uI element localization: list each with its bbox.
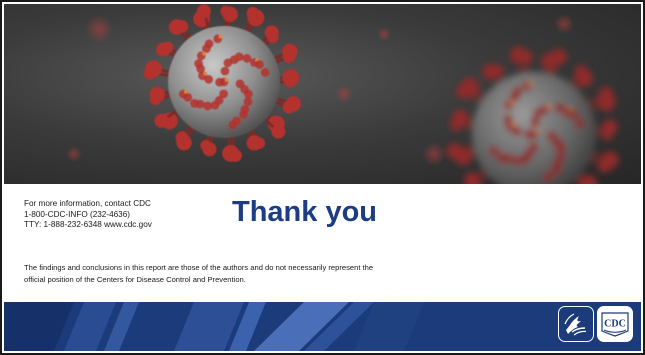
virus-spike-head [446,143,463,159]
slide: For more information, contact CDC 1-800-… [0,0,645,355]
virus-protein [534,129,540,134]
coronavirus-image [4,4,641,184]
virus-surface-spike [533,107,544,118]
virus-spike-head [175,19,189,33]
virus-spike-head [282,100,296,114]
virus-surface-spike [528,142,539,153]
virus-spike-head [575,69,593,87]
virus-surface-spike [555,150,566,161]
hhs-eagle-icon [564,313,587,336]
contact-line-intro: For more information, contact CDC [24,199,151,208]
virus-spike-head [200,139,212,152]
bokeh-dot [554,14,574,34]
virus-spike-head [282,50,296,64]
bokeh-dot [335,85,353,103]
footer-band [4,302,641,351]
virus-spike-head [518,50,533,65]
virus-surface-spike [574,118,585,129]
virus-surface-spike [234,52,244,62]
virus-surface-spike [242,53,252,63]
virus-protein [224,77,229,82]
virus-surface-spike [215,77,225,87]
virus-protein [528,81,533,86]
virus-surface-spike [543,172,553,182]
virus-surface-spike [243,89,253,99]
virus-spike-head [491,64,504,77]
virus-surface-spike [488,145,499,156]
virus-surface-spike [219,89,229,99]
virus-surface-spike [519,154,529,165]
virus-spike-head [145,60,162,78]
virus-surface-spike [524,129,535,140]
virus-spike-head [597,92,616,112]
virus-surface-spike [550,165,561,175]
virus-surface-spike [220,66,230,76]
virus-spike-head [175,131,189,145]
virus-spike-head [551,48,567,65]
virus-spike-head [222,144,240,162]
virus-spike-head [282,69,300,87]
virus-surface-spike [255,60,264,69]
virus-spike-head [149,86,165,103]
virus-spike-head [154,113,169,128]
coronavirus-illustration [66,4,619,184]
virus-protein [184,89,188,94]
virus-protein [511,122,516,127]
virus-surface-spike [512,86,523,97]
cdc-logo-icon: CDC [600,309,630,339]
disclaimer-line-1: The findings and conclusions in this rep… [24,263,374,272]
virus-surface-spike [243,97,253,107]
virus-protein [546,104,551,109]
disclaimer-line-2: official position of the Centers for Dis… [24,274,246,284]
virus-surface-spike [260,67,270,77]
hhs-logo [558,306,594,342]
virus-spike-head [196,4,211,19]
virus-surface-spike [223,58,233,68]
virus-surface-spike [554,102,565,113]
virus-spike-head [247,9,265,27]
virus-protein [202,51,207,56]
disclaimer: The findings and conclusions in this rep… [24,262,544,285]
contact-line-phone: 1-800-CDC-INFO (232-4636) [24,209,131,219]
virus-surface-spike [228,120,238,130]
bokeh-dot [85,15,113,43]
virus-spike-head [602,119,618,135]
cdc-logo-text: CDC [604,319,626,330]
bokeh-dot [377,27,391,41]
virus-protein [509,100,515,105]
contact-info: For more information, contact CDC 1-800-… [24,199,152,231]
contact-line-tty-web: TTY: 1-888-232-6348 www.cdc.gov [24,220,152,229]
virus-spike-head [597,158,612,173]
diagonal-stripes [4,302,641,351]
virus-surface-spike [568,109,579,120]
virus-surface-spike [204,39,214,49]
virus-surface-spike [546,131,557,141]
virus-spike-head [222,6,238,23]
thank-you-title: Thank you [232,196,378,228]
virus-spike-head [246,135,262,151]
virus-protein [218,34,223,39]
logos: CDC [558,306,633,342]
bokeh-dot [422,142,446,166]
virus-surface-spike [235,79,245,89]
virus-spike-head [451,109,469,127]
virus-protein [203,71,208,76]
virus-spike-head [271,124,286,139]
virus-surface-spike [190,98,200,108]
virus-surface-spike [210,100,220,110]
virus-surface-spike [194,59,204,69]
virus-surface-spike [239,110,249,120]
virus-surface-spike [530,116,540,127]
virus-surface-spike [496,152,507,163]
virus-spike-head [267,31,279,44]
virus-body [472,72,596,184]
virus-spike-head [162,41,174,53]
cdc-logo: CDC [597,306,633,342]
bokeh-dot [66,146,82,162]
virus-spike-head [460,78,480,97]
virus-surface-spike [556,142,567,153]
